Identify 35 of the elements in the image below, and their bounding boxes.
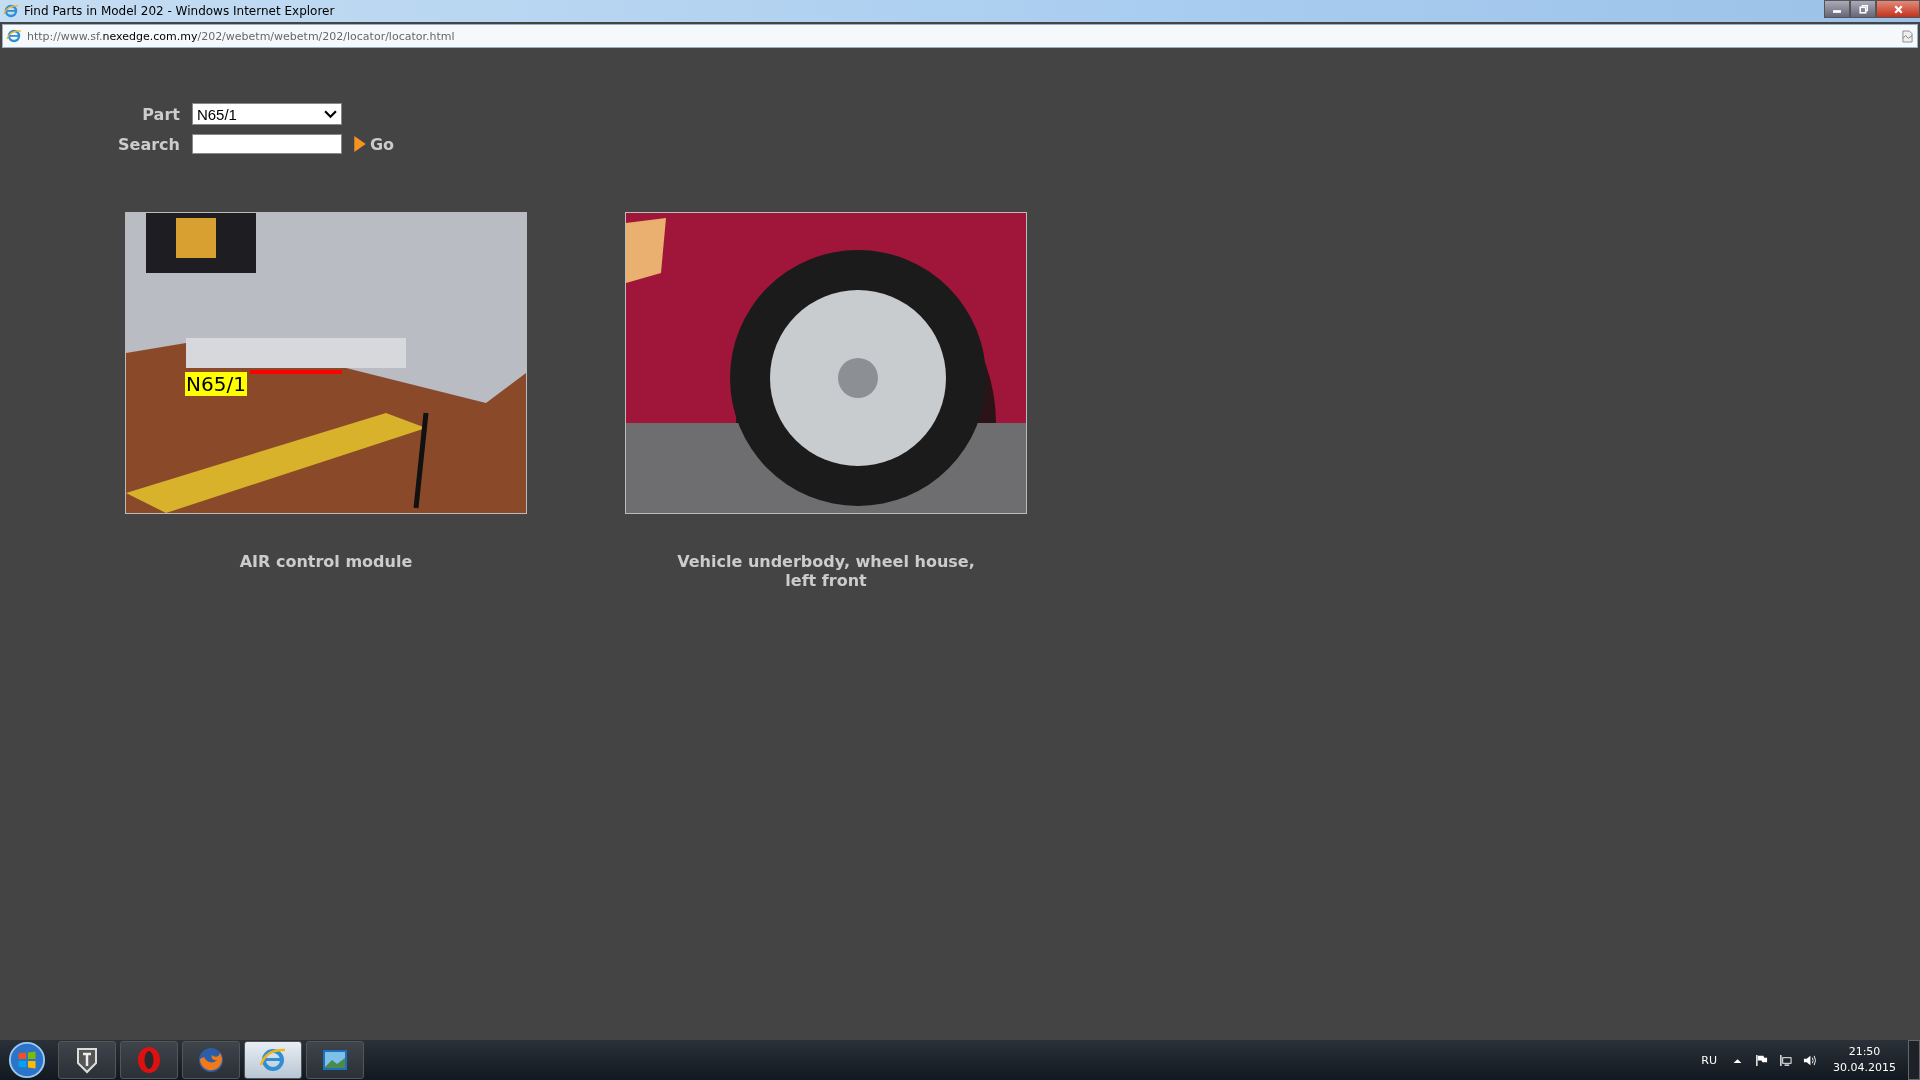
restore-icon <box>1857 3 1869 15</box>
window-title: Find Parts in Model 202 - Windows Internet Explorer <box>24 4 335 18</box>
flag-icon[interactable] <box>1755 1053 1768 1067</box>
windows-logo-icon <box>8 1041 46 1079</box>
play-triangle-icon <box>353 136 366 152</box>
browser-logo-icon <box>3 3 19 19</box>
taskbar-app-button[interactable] <box>244 1041 302 1079</box>
address-bar[interactable]: http://www.sf.nexedge.com.my/202/webetm/webetm/202/locator/locator.html <box>2 24 1918 48</box>
url-text: http://www.sf.nexedge.com.my/202/webetm/webetm/202/locator/locator.html <box>27 29 455 43</box>
restore-button[interactable] <box>1850 0 1876 18</box>
minimize-icon <box>1833 10 1841 13</box>
taskbar-app-button[interactable] <box>182 1041 240 1079</box>
language-indicator[interactable]: RU <box>1701 1053 1717 1067</box>
location-caption: Vehicle underbody, wheel house, left front <box>676 552 976 590</box>
search-field[interactable] <box>191 134 342 154</box>
close-icon <box>1892 3 1904 15</box>
location-caption: AIR control module <box>238 552 414 571</box>
volume-icon[interactable] <box>1803 1053 1816 1067</box>
minimize-button[interactable] <box>1824 0 1850 18</box>
search-label: Search <box>118 134 180 154</box>
clock-date: 30.04.2015 <box>1833 1060 1896 1076</box>
chevron-down-icon <box>323 109 337 119</box>
part-callout-label: N65/1 <box>185 372 247 396</box>
network-icon[interactable] <box>1779 1053 1792 1067</box>
taskbar-app-button[interactable] <box>58 1041 116 1079</box>
page-icon <box>6 28 22 44</box>
show-desktop-button[interactable] <box>1908 1040 1920 1080</box>
part-dropdown[interactable]: N65/1 <box>191 103 342 125</box>
close-button[interactable] <box>1876 0 1920 18</box>
broken-page-icon <box>1902 29 1913 43</box>
go-button[interactable]: Go <box>353 134 395 154</box>
clock-time: 21:50 <box>1848 1044 1881 1060</box>
part-label: Part <box>141 104 180 124</box>
taskbar-app-button[interactable] <box>306 1041 364 1079</box>
firefox-logo-icon <box>196 1045 226 1075</box>
